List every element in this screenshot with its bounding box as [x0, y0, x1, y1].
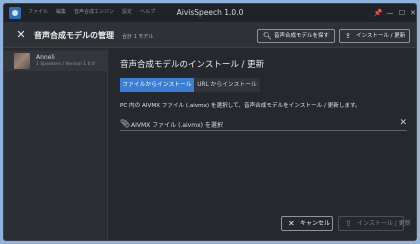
window-close-icon[interactable]: ✕ — [407, 7, 416, 19]
paperclip-icon: 📎︎ — [120, 119, 131, 128]
tab-file-install[interactable]: ファイルからインストール — [120, 78, 194, 92]
tab-url-install[interactable]: URL からインストール — [194, 78, 260, 92]
title-bar: ファイル 編集 音声合成エンジン 設定 ヘルプ AivisSpeech 1.0.0 📌 … — [4, 4, 416, 22]
close-icon: ✕ — [288, 219, 295, 228]
avatar — [14, 53, 30, 69]
find-models-label: 音声合成モデルを探す — [274, 33, 330, 39]
file-placeholder: AIVMX ファイル (.aivmx) を選択 — [131, 122, 223, 129]
header-install-label: インストール / 更新 — [356, 33, 406, 39]
speaker-name: Anneli — [36, 54, 55, 61]
upload-icon: ⇪ — [345, 219, 352, 228]
clear-icon[interactable]: ✕ — [399, 118, 407, 128]
install-description: PC 内の AIVMX ファイル (.aivmx) を選択して、音声合成モデルを… — [120, 103, 361, 109]
install-button[interactable]: ⇪ インストール / 更新 — [338, 216, 411, 231]
install-label: インストール / 更新 — [357, 220, 411, 227]
speaker-meta: 1 Speakers / Version 1.0.0 — [36, 62, 95, 67]
dialog-header: ✕ 音声合成モデルの管理 合計 1 モデル 🔍︎ 音声合成モデルを探す ⇪ イン… — [4, 22, 416, 48]
model-sidebar: Anneli 1 Speakers / Version 1.0.0 — [4, 49, 108, 240]
search-icon: 🔍︎ — [263, 32, 272, 40]
page-title: 音声合成モデルの管理 — [34, 31, 114, 40]
section-title: 音声合成モデルのインストール / 更新 — [120, 60, 265, 70]
file-select-field[interactable]: 📎︎ AIVMX ファイル (.aivmx) を選択 ✕ — [120, 117, 407, 131]
minimize-icon[interactable]: — — [384, 7, 396, 19]
model-count: 合計 1 モデル — [122, 34, 154, 40]
cancel-label: キャンセル — [300, 220, 331, 227]
header-install-button[interactable]: ⇪ インストール / 更新 — [339, 29, 410, 43]
cancel-button[interactable]: ✕ キャンセル — [281, 216, 333, 231]
close-dialog-icon[interactable]: ✕ — [15, 29, 27, 41]
pin-icon[interactable]: 📌 — [372, 7, 384, 19]
install-panel: 音声合成モデルのインストール / 更新 ファイルからインストール URL からイ… — [109, 49, 416, 240]
app-window: ファイル 編集 音声合成エンジン 設定 ヘルプ AivisSpeech 1.0.0 📌 … — [3, 3, 417, 241]
sidebar-item-anneli[interactable]: Anneli 1 Speakers / Version 1.0.0 — [4, 51, 107, 71]
upload-icon: ⇪ — [345, 32, 351, 40]
find-models-button[interactable]: 🔍︎ 音声合成モデルを探す — [257, 29, 335, 43]
window-title: AivisSpeech 1.0.0 — [176, 8, 244, 17]
